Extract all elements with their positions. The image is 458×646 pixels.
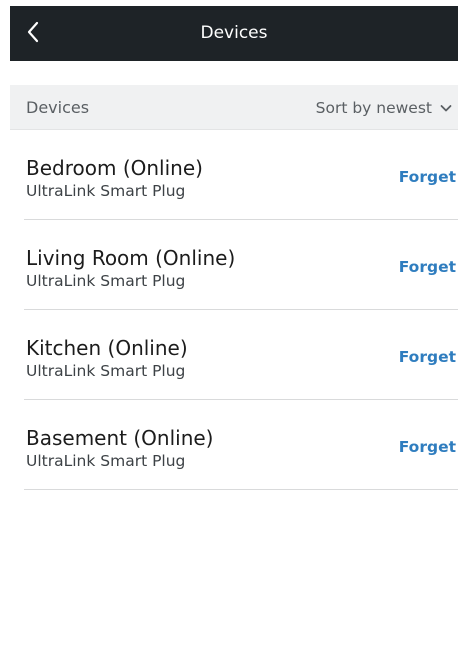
header-spacer xyxy=(10,61,458,85)
left-margin xyxy=(0,0,10,646)
device-list: Bedroom (Online) UltraLink Smart Plug Fo… xyxy=(10,130,458,490)
forget-button[interactable]: Forget xyxy=(399,257,456,277)
page-title: Devices xyxy=(200,23,268,43)
top-app-bar: Devices xyxy=(10,6,458,61)
forget-button[interactable]: Forget xyxy=(399,347,456,367)
forget-button[interactable]: Forget xyxy=(399,167,456,187)
device-name: Basement (Online) xyxy=(26,426,214,450)
device-model: UltraLink Smart Plug xyxy=(26,272,186,290)
device-name: Bedroom (Online) xyxy=(26,156,203,180)
devices-screen: Devices Devices Sort by newest Bedroom (… xyxy=(10,6,458,646)
device-row-living-room[interactable]: Living Room (Online) UltraLink Smart Plu… xyxy=(10,220,458,310)
forget-button[interactable]: Forget xyxy=(399,437,456,457)
device-model: UltraLink Smart Plug xyxy=(26,182,186,200)
section-title: Devices xyxy=(26,98,90,117)
chevron-down-icon xyxy=(440,105,452,112)
list-section-header: Devices Sort by newest xyxy=(10,85,458,130)
sort-label: Sort by newest xyxy=(315,99,432,117)
sort-dropdown[interactable]: Sort by newest xyxy=(316,97,452,119)
device-model: UltraLink Smart Plug xyxy=(26,452,186,470)
device-row-basement[interactable]: Basement (Online) UltraLink Smart Plug F… xyxy=(10,400,458,490)
device-name: Kitchen (Online) xyxy=(26,336,188,360)
device-model: UltraLink Smart Plug xyxy=(26,362,186,380)
device-row-kitchen[interactable]: Kitchen (Online) UltraLink Smart Plug Fo… xyxy=(10,310,458,400)
device-name: Living Room (Online) xyxy=(26,246,236,270)
device-row-bedroom[interactable]: Bedroom (Online) UltraLink Smart Plug Fo… xyxy=(10,130,458,220)
